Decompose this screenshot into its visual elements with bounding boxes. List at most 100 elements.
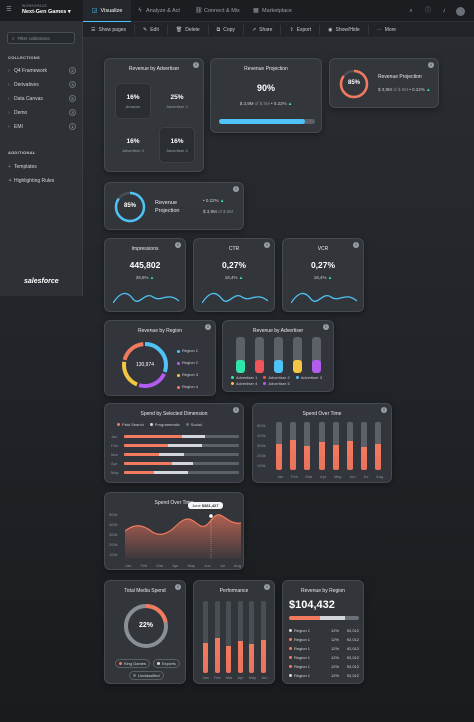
chip-unclassified[interactable]: Unclassified: [129, 671, 164, 680]
bar-track: [312, 337, 321, 373]
more-icon: ⋯: [376, 26, 382, 33]
x-tick: Jan: [125, 563, 132, 568]
info-icon[interactable]: ⓘ: [425, 8, 431, 14]
x-tick: Apr: [320, 474, 327, 479]
bar-fill: [214, 638, 220, 673]
bar-track: [375, 422, 382, 470]
tab-connect[interactable]: ⛓ Connect & Mix: [195, 0, 240, 22]
info-icon[interactable]: i: [193, 62, 199, 68]
card-revenue-projection-progress: Revenue Projection 90% $ 3,9M of $ 5M • …: [210, 58, 322, 133]
copy-button[interactable]: ⧉ Copy: [209, 24, 244, 35]
info-icon[interactable]: i: [175, 242, 181, 248]
workspace-kicker: WORKSPACE: [22, 4, 48, 8]
row-label: Jan: [111, 434, 118, 439]
sidebar-item-data-canvas[interactable]: › Data Canvas 5: [8, 95, 76, 102]
stat-tile: 16% Advertiser 3: [122, 138, 144, 153]
info-icon[interactable]: i: [233, 186, 239, 192]
show-pages-button[interactable]: ☰ Show pages: [83, 24, 136, 35]
info-icon[interactable]: i: [353, 242, 359, 248]
info-icon[interactable]: i: [175, 584, 181, 590]
card-revenue-by-region-table: Revenue by Region $104,432 Region 1 12% 92…: [282, 580, 364, 684]
bar-fill: [260, 639, 266, 673]
row-dot: [289, 674, 292, 677]
info-icon[interactable]: i: [428, 62, 434, 68]
delete-button[interactable]: 🗑 Delete: [168, 24, 209, 35]
stacked-bar: [124, 471, 239, 474]
table-row: Region 1 12% 92,012: [289, 653, 359, 662]
info-icon[interactable]: i: [264, 584, 270, 590]
info-icon[interactable]: i: [205, 324, 211, 330]
chip-exports[interactable]: Exports: [153, 659, 180, 668]
menu-icon[interactable]: ☰: [6, 7, 12, 13]
sidebar-item-demo[interactable]: › Demo 3: [8, 109, 76, 116]
card-revenue-projection-wide: i 85% Revenue Projection • 0.22% ▲ $ 3,9M…: [104, 182, 244, 230]
bar-track: [226, 601, 231, 673]
tab-visualize[interactable]: ◲ Visualize: [83, 0, 131, 22]
bar-track: [347, 422, 353, 470]
kpi-value: 445,802: [129, 260, 161, 270]
bar-fill: [249, 644, 254, 673]
bar-track: [290, 422, 297, 470]
bell-icon[interactable]: ♪: [441, 8, 447, 14]
export-button[interactable]: ⇪ Export: [281, 24, 321, 35]
bar-track: [332, 422, 339, 470]
progress-fill: [219, 119, 306, 124]
kpi-delta: 28,6% ▲: [135, 275, 155, 280]
bar-track: [203, 601, 208, 673]
bar-fill: [237, 640, 243, 673]
info-icon[interactable]: i: [264, 242, 270, 248]
row-label: Region 1: [294, 628, 311, 633]
y-axis: 500k 400k 300k 200k 100k: [257, 423, 266, 468]
row-pct: 12%: [331, 646, 340, 651]
bar-track: [361, 422, 368, 470]
sparkline: [113, 292, 179, 304]
card-title: Revenue by Region: [138, 328, 182, 334]
copy-icon: ⧉: [216, 26, 221, 33]
card-title: Revenue Projection: [155, 200, 180, 214]
info-icon[interactable]: i: [323, 324, 329, 330]
chevron-down-icon: ▾: [67, 9, 71, 15]
info-icon[interactable]: i: [233, 407, 239, 413]
more-button[interactable]: ⋯ More: [369, 25, 404, 35]
chip-king-games[interactable]: King Games: [115, 659, 151, 668]
kpi-value: 0,27%: [310, 260, 336, 270]
avatar[interactable]: [456, 7, 465, 16]
filter-collections-input[interactable]: ⌕ Filter collections: [7, 32, 75, 44]
tab-analyze[interactable]: ϟ Analyze & Act: [137, 0, 180, 22]
card-title: Spend by Selected Dimension: [140, 411, 208, 417]
trash-icon: 🗑: [175, 26, 183, 33]
workspace-switcher[interactable]: WORKSPACE Next-Gen Games ▾: [22, 4, 71, 15]
count-badge: 2: [69, 67, 76, 74]
search-icon[interactable]: ⌕: [408, 8, 414, 14]
share-button[interactable]: ↗ Share: [244, 24, 282, 35]
y-axis: 500k 400k 300k 200k 100k: [109, 512, 118, 557]
card-title: Revenue Projection: [244, 66, 288, 72]
x-axis: Jan Feb Mar Apr May Jun Jul Aug: [125, 563, 241, 568]
performance-bars: [200, 601, 270, 673]
sidebar-item-templates[interactable]: + Templates: [8, 164, 76, 170]
edit-button[interactable]: ✎ Edit: [135, 24, 168, 35]
sidebar-item-derivatives[interactable]: › Derivatives 3: [8, 81, 76, 88]
area-chart: [125, 514, 241, 559]
bar-fill: [293, 360, 302, 373]
dimension-row: Jan: [111, 432, 239, 441]
export-icon: ⇪: [289, 26, 294, 33]
sidebar-item-q4-framework[interactable]: › Q4 Framework 2: [8, 67, 76, 74]
bar-fill: [361, 446, 368, 470]
show-hide-button[interactable]: ◉ Show/Hide: [320, 24, 369, 35]
bar-track: [304, 422, 311, 470]
stacked-bar: [124, 435, 239, 438]
row-value: 92,012: [346, 628, 359, 633]
info-icon[interactable]: i: [381, 407, 387, 413]
sidebar-item-highlighting-rules[interactable]: ✦ Highlighting Rules: [8, 178, 76, 184]
table-row: Region 1 12% 92,012: [289, 671, 359, 680]
table-row: Region 1 12% 92,012: [289, 635, 359, 644]
grid-icon: ▦: [253, 8, 259, 14]
row-label: Region 1: [294, 664, 311, 669]
row-label: Region 1: [294, 646, 311, 651]
row-value: 92,012: [346, 664, 359, 669]
sidebar-item-emi[interactable]: › EMI 1: [8, 123, 76, 130]
tab-marketplace[interactable]: ▦ Marketplace: [253, 0, 292, 22]
card-title: Revenue Projection: [378, 74, 422, 80]
arrow-up-icon: ▲: [327, 275, 333, 280]
